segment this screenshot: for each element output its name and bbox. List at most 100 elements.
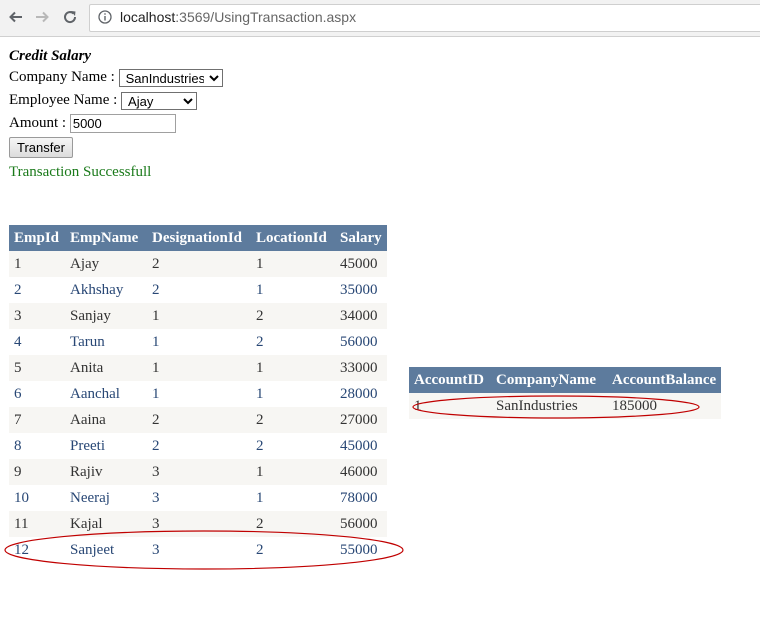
- arrow-left-icon: [9, 11, 22, 23]
- employee-grid-row: 10 Neeraj 3 1 78000: [9, 485, 387, 511]
- employee-grid-cell: Kajal: [65, 511, 147, 537]
- employee-grid-row: 6 Aanchal 1 1 28000: [9, 381, 387, 407]
- employee-grid-header-cell: EmpName: [65, 225, 147, 251]
- reload-icon: [64, 11, 77, 24]
- employee-label: Employee Name :: [9, 92, 118, 108]
- employee-grid-cell: 3: [147, 485, 251, 511]
- employee-grid-cell: 56000: [335, 511, 387, 537]
- employee-grid-cell: 78000: [335, 485, 387, 511]
- employee-grid-header-cell: EmpId: [9, 225, 65, 251]
- employee-grid-cell: 2: [147, 433, 251, 459]
- employee-grid-cell: Tarun: [65, 329, 147, 355]
- employee-grid-cell: 2: [251, 329, 335, 355]
- employee-grid-cell: 12: [9, 537, 65, 563]
- employee-grid-header-cell: Salary: [335, 225, 387, 251]
- employee-grid-cell: Ajay: [65, 251, 147, 277]
- account-grid-header-cell: AccountBalance: [607, 367, 722, 393]
- employee-grid-cell: Preeti: [65, 433, 147, 459]
- employee-grid-cell: 1: [251, 251, 335, 277]
- back-button[interactable]: [6, 7, 26, 27]
- company-select[interactable]: SanIndustries: [118, 68, 223, 87]
- employee-grid-cell: 35000: [335, 277, 387, 303]
- employee-grid-cell: 1: [147, 329, 251, 355]
- employee-grid-cell: 2: [9, 277, 65, 303]
- employee-grid-cell: 45000: [335, 433, 387, 459]
- employee-grid-row: 1 Ajay 2 1 45000: [9, 251, 387, 277]
- transfer-row: Transfer: [9, 135, 223, 158]
- employee-grid-cell: 46000: [335, 459, 387, 485]
- employee-row: Employee Name : Ajay: [9, 89, 223, 112]
- employee-grid: EmpId EmpName DesignationId LocationId Salar…: [9, 225, 387, 563]
- employee-grid-cell: Neeraj: [65, 485, 147, 511]
- employee-grid-row: 4 Tarun 1 2 56000: [9, 329, 387, 355]
- employee-grid-cell: 7: [9, 407, 65, 433]
- employee-select[interactable]: Ajay: [121, 91, 198, 110]
- employee-grid-cell: 2: [251, 511, 335, 537]
- employee-grid-row: 2 Akhshay 2 1 35000: [9, 277, 387, 303]
- employee-grid-cell: 9: [9, 459, 65, 485]
- employee-grid-cell: 2: [147, 277, 251, 303]
- employee-grid-cell: 2: [251, 303, 335, 329]
- employee-grid-row: 8 Preeti 2 2 45000: [9, 433, 387, 459]
- account-grid: AccountID CompanyName AccountBalance 1 SanI…: [409, 367, 722, 419]
- info-icon[interactable]: [98, 10, 112, 24]
- account-grid-cell: 185000: [607, 393, 722, 419]
- arrow-right-icon: [36, 11, 49, 23]
- employee-grid-cell: 1: [147, 303, 251, 329]
- employee-grid-cell: 3: [147, 511, 251, 537]
- employee-grid-cell: 5: [9, 355, 65, 381]
- account-grid-cell: SanIndustries: [491, 393, 607, 419]
- employee-grid-cell: Sanjeet: [65, 537, 147, 563]
- reload-button[interactable]: [60, 7, 80, 27]
- employee-grid-cell: 1: [251, 459, 335, 485]
- employee-grid-cell: 55000: [335, 537, 387, 563]
- employee-grid-cell: 2: [147, 251, 251, 277]
- employee-grid-cell: 1: [147, 355, 251, 381]
- employee-grid-cell: 1: [251, 381, 335, 407]
- employee-grid-cell: 28000: [335, 381, 387, 407]
- address-bar[interactable]: localhost:3569/UsingTransaction.aspx: [89, 4, 760, 32]
- employee-grid-cell: 1: [251, 277, 335, 303]
- employee-grid-header-cell: LocationId: [251, 225, 335, 251]
- employee-grid-cell: 2: [251, 407, 335, 433]
- employee-grid-cell: Akhshay: [65, 277, 147, 303]
- url-path: :3569/UsingTransaction.aspx: [175, 9, 357, 25]
- credit-salary-form: Credit Salary Company Name : SanIndustri…: [9, 46, 223, 182]
- employee-grid-row: 11 Kajal 3 2 56000: [9, 511, 387, 537]
- status-message: Transaction Successfull: [9, 164, 152, 180]
- transfer-button[interactable]: Transfer: [9, 137, 73, 158]
- employee-grid-row: 7 Aaina 2 2 27000: [9, 407, 387, 433]
- employee-grid-row: 9 Rajiv 3 1 46000: [9, 459, 387, 485]
- employee-grid-cell: 1: [251, 355, 335, 381]
- forward-button[interactable]: [32, 7, 52, 27]
- employee-grid-cell: 1: [9, 251, 65, 277]
- amount-input[interactable]: [69, 114, 176, 134]
- account-grid-body: 1 SanIndustries 185000: [409, 393, 722, 419]
- employee-grid-cell: 33000: [335, 355, 387, 381]
- employee-grid-cell: 8: [9, 433, 65, 459]
- employee-grid-header-cell: DesignationId: [147, 225, 251, 251]
- amount-row: Amount :: [9, 112, 223, 135]
- employee-grid-cell: 1: [251, 485, 335, 511]
- employee-grid-cell: 2: [251, 537, 335, 563]
- browser-toolbar: localhost:3569/UsingTransaction.aspx: [0, 0, 760, 37]
- employee-grid-cell: 45000: [335, 251, 387, 277]
- employee-grid-body: 1 Ajay 2 1 45000 2 Akhshay 2 1 35000 3 Sanjay 1 2 3400…: [9, 251, 387, 563]
- employee-grid-row: 3 Sanjay 1 2 34000: [9, 303, 387, 329]
- account-grid-row: 1 SanIndustries 185000: [409, 393, 722, 419]
- employee-grid-cell: 27000: [335, 407, 387, 433]
- account-grid-cell: 1: [409, 393, 491, 419]
- url-text[interactable]: localhost:3569/UsingTransaction.aspx: [120, 9, 356, 25]
- employee-grid-cell: 6: [9, 381, 65, 407]
- employee-grid-cell: 2: [251, 433, 335, 459]
- employee-grid-cell: 4: [9, 329, 65, 355]
- employee-grid-cell: 3: [147, 459, 251, 485]
- employee-grid-cell: 11: [9, 511, 65, 537]
- employee-grid-cell: 3: [9, 303, 65, 329]
- employee-grid-cell: Aaina: [65, 407, 147, 433]
- employee-grid-row: 5 Anita 1 1 33000: [9, 355, 387, 381]
- employee-grid-cell: 2: [147, 407, 251, 433]
- employee-grid-cell: 34000: [335, 303, 387, 329]
- employee-grid-cell: 3: [147, 537, 251, 563]
- employee-grid-cell: 10: [9, 485, 65, 511]
